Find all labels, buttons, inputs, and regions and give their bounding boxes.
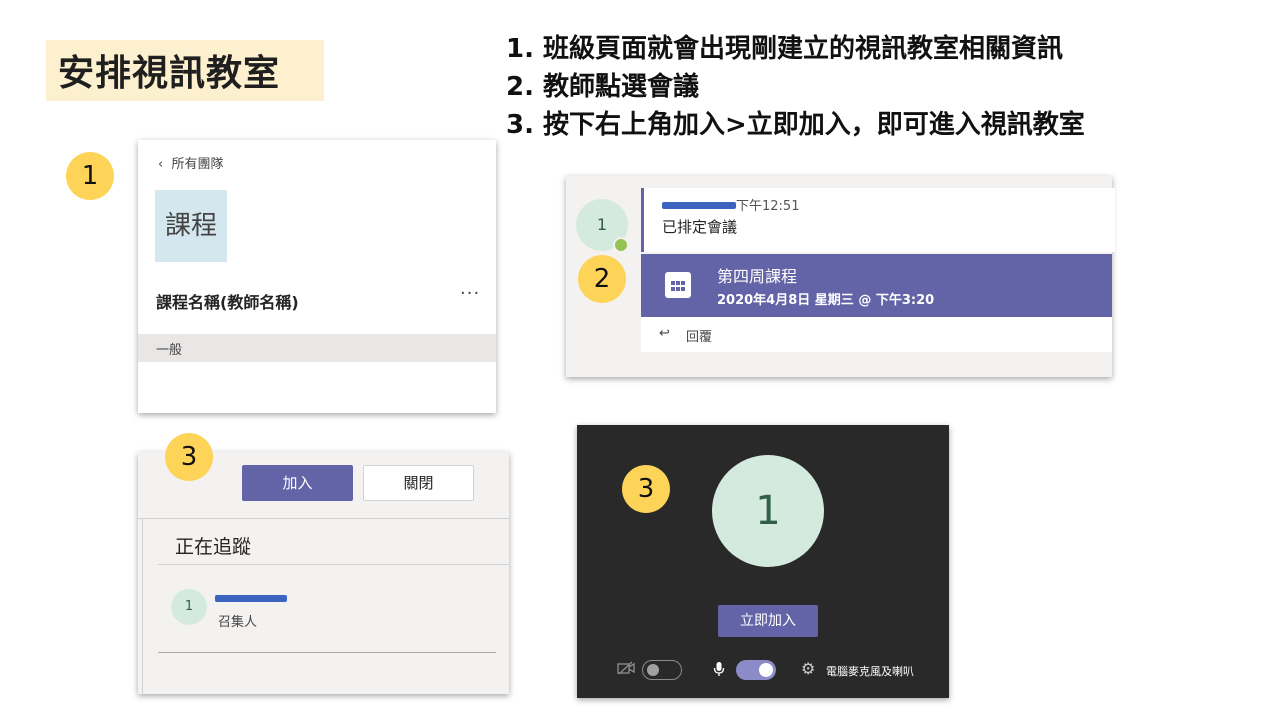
redacted-name [662,202,736,209]
team-tile: 課程 [155,190,227,262]
meeting-header-panel: 加入 關閉 正在追蹤 1 召集人 [138,452,509,694]
slide-title: 安排視訊教室 [58,53,281,94]
meeting-title: 第四周課程 [717,267,798,286]
redacted-name [215,595,287,602]
step-1: 1. 班級頁面就會出現剛建立的視訊教室相關資訊 [506,34,1064,64]
microphone-toggle[interactable] [736,660,776,680]
back-label: 所有團隊 [171,157,224,172]
scheduled-text: 已排定會議 [662,218,738,236]
channel-general[interactable]: 一般 [138,334,496,362]
step-badge-2: 2 [578,255,626,303]
chevron-left-icon: ‹ [158,157,164,172]
course-name: 課程名稱(教師名稱) [156,293,299,312]
step-badge-3: 3 [165,433,213,481]
more-options-icon[interactable]: ··· [460,283,480,304]
avatar: 1 [712,455,824,567]
divider [142,518,143,694]
presence-available-icon [613,237,629,253]
camera-toggle[interactable] [642,660,682,680]
meeting-card[interactable]: 第四周課程 2020年4月8日 星期三 @ 下午3:20 [641,254,1112,317]
join-button[interactable]: 加入 [242,465,353,501]
step-badge-3-prejoin: 3 [622,465,670,513]
calendar-icon [665,272,691,298]
camera-off-icon [617,661,635,675]
divider [138,518,509,519]
join-now-button[interactable]: 立即加入 [718,605,818,637]
avatar: 1 [171,589,207,625]
microphone-icon [713,662,725,676]
instruction-steps: 1. 班級頁面就會出現剛建立的視訊教室相關資訊 2. 教師點選會議 3. 按下右… [506,30,1085,144]
reply-button[interactable]: ↩ 回覆 [641,317,1112,352]
reply-label: 回覆 [686,330,713,345]
divider [158,564,509,565]
channel-label: 一般 [156,343,183,358]
post-time: 下午12:51 [736,199,800,214]
post-header: 下午12:51 已排定會議 [641,188,1115,252]
meeting-datetime: 2020年4月8日 星期三 @ 下午3:20 [717,293,935,308]
step-2: 2. 教師點選會議 [506,72,700,102]
team-panel: ‹ 所有團隊 課程 課程名稱(教師名稱) ··· 一般 [138,140,496,413]
meeting-post: 1 下午12:51 已排定會議 第四周課程 2020年4月8日 星期三 @ 下午… [566,176,1115,377]
organizer-label: 召集人 [218,615,258,630]
divider [158,652,496,653]
reply-icon: ↩ [659,326,670,341]
gear-icon[interactable]: ⚙ [801,660,819,678]
prejoin-screen: 1 立即加入 ⚙ 電腦麥克風及喇叭 [577,425,949,698]
close-button[interactable]: 關閉 [363,465,474,501]
following-label: 正在追蹤 [175,536,252,558]
step-badge-1: 1 [66,152,114,200]
back-to-teams-link[interactable]: ‹ 所有團隊 [158,153,223,172]
step-3: 3. 按下右上角加入>立即加入，即可進入視訊教室 [506,110,1085,140]
audio-device-label[interactable]: 電腦麥克風及喇叭 [826,663,914,679]
